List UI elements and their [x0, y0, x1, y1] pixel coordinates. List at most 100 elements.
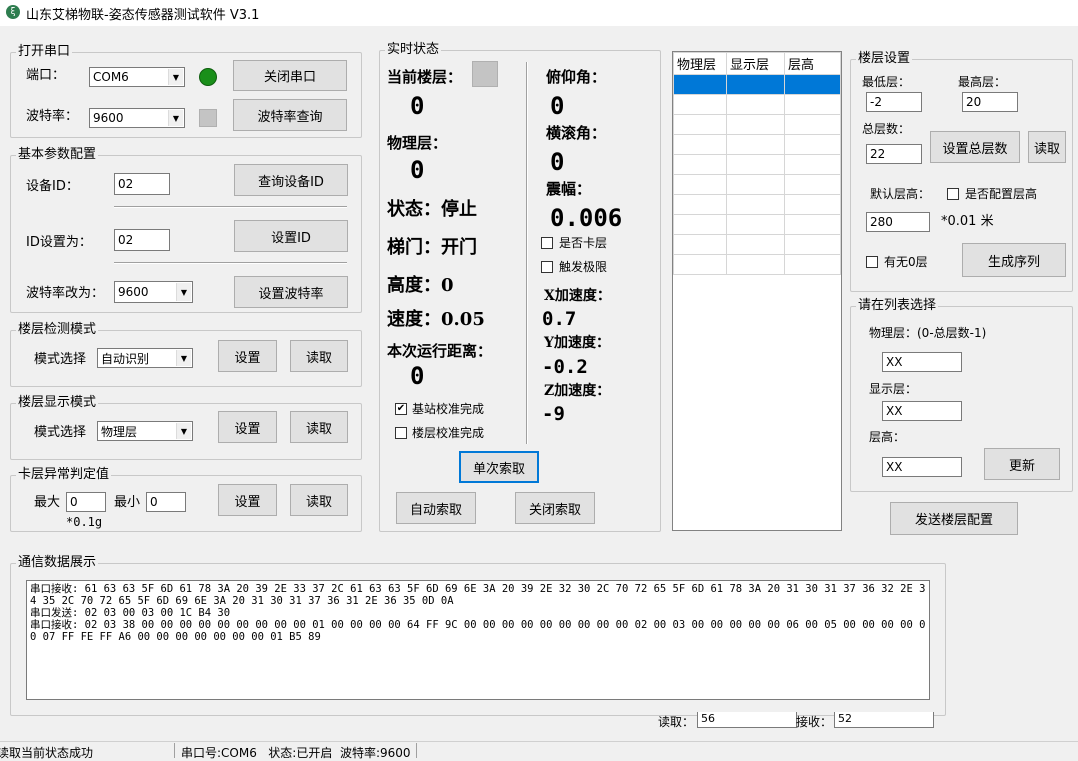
table-cell[interactable] — [673, 234, 727, 255]
table-cell[interactable] — [673, 134, 727, 155]
auto-fetch-button[interactable]: 自动索取 — [396, 492, 476, 524]
query-baud-button[interactable]: 波特率查询 — [233, 99, 347, 131]
table-cell[interactable] — [726, 174, 785, 195]
baud-change-select[interactable]: 9600 ▼ — [114, 281, 193, 303]
height-value: 高度：0 — [387, 275, 454, 296]
floor-detect-mode-select[interactable]: 自动识别 ▼ — [97, 348, 193, 368]
zero-floor-checkbox[interactable] — [866, 256, 878, 268]
table-row[interactable] — [673, 214, 841, 235]
y-acc-value: -0.2 — [542, 356, 588, 378]
config-height-checkbox[interactable] — [947, 188, 959, 200]
set-baud-button[interactable]: 设置波特率 — [234, 276, 348, 308]
table-cell[interactable] — [726, 134, 785, 155]
total-floors-field[interactable]: 22 — [866, 144, 922, 164]
table-cell[interactable] — [673, 94, 727, 115]
set-id-button[interactable]: 设置ID — [234, 220, 348, 252]
table-cell[interactable] — [673, 154, 727, 175]
table-cell[interactable] — [673, 214, 727, 235]
table-row[interactable] — [673, 194, 841, 215]
table-cell[interactable] — [726, 194, 785, 215]
table-cell[interactable] — [673, 114, 727, 135]
table-cell[interactable] — [726, 94, 785, 115]
table-cell[interactable] — [726, 234, 785, 255]
column-header-physical[interactable]: 物理层 — [673, 52, 727, 75]
table-cell[interactable] — [784, 94, 841, 115]
table-row[interactable] — [673, 74, 841, 95]
display-floor-select-field[interactable]: XX — [882, 401, 962, 421]
column-header-height[interactable]: 层高 — [784, 52, 841, 75]
max-floor-field[interactable]: 20 — [962, 92, 1018, 112]
table-cell[interactable] — [726, 154, 785, 175]
x-acc-label: X加速度： — [544, 288, 611, 304]
floor-detect-group-title: 楼层检测模式 — [16, 322, 99, 338]
table-row[interactable] — [673, 114, 841, 135]
default-height-field[interactable]: 280 — [866, 212, 930, 232]
floor-display-mode-select[interactable]: 物理层 ▼ — [97, 421, 193, 441]
table-cell[interactable] — [673, 194, 727, 215]
send-floor-config-button[interactable]: 发送楼层配置 — [890, 502, 1018, 535]
chevron-down-icon[interactable]: ▼ — [168, 110, 183, 126]
port-select[interactable]: COM6 ▼ — [89, 67, 185, 87]
floor-table[interactable]: 物理层 显示层 层高 — [673, 52, 841, 275]
device-id-field[interactable]: 02 — [114, 173, 170, 195]
table-cell[interactable] — [784, 174, 841, 195]
divider — [114, 262, 347, 264]
table-cell[interactable] — [784, 134, 841, 155]
stuck-read-button[interactable]: 读取 — [290, 484, 348, 516]
base-calib-checkbox[interactable]: ✔ — [395, 403, 407, 415]
floor-display-read-button[interactable]: 读取 — [290, 411, 348, 443]
table-cell[interactable] — [726, 114, 785, 135]
floor-display-set-button[interactable]: 设置 — [218, 411, 277, 443]
physical-floor-select-field[interactable]: XX — [882, 352, 962, 372]
close-port-button[interactable]: 关闭串口 — [233, 60, 347, 91]
chevron-down-icon[interactable]: ▼ — [176, 350, 191, 366]
table-row[interactable] — [673, 94, 841, 115]
query-device-id-button[interactable]: 查询设备ID — [234, 164, 348, 196]
table-cell[interactable] — [726, 74, 785, 95]
table-row[interactable] — [673, 174, 841, 195]
column-header-display[interactable]: 显示层 — [726, 52, 785, 75]
stuck-max-field[interactable]: 0 — [66, 492, 106, 512]
table-cell[interactable] — [726, 214, 785, 235]
table-cell[interactable] — [673, 254, 727, 275]
table-cell[interactable] — [784, 114, 841, 135]
table-cell[interactable] — [784, 234, 841, 255]
set-id-field[interactable]: 02 — [114, 229, 170, 251]
set-total-floors-button[interactable]: 设置总层数 — [930, 131, 1020, 163]
generate-sequence-button[interactable]: 生成序列 — [962, 243, 1066, 277]
stuck-min-field[interactable]: 0 — [146, 492, 186, 512]
table-cell[interactable] — [784, 154, 841, 175]
floor-detect-read-button[interactable]: 读取 — [290, 340, 348, 372]
stop-fetch-button[interactable]: 关闭索取 — [515, 492, 595, 524]
total-floors-read-button[interactable]: 读取 — [1028, 131, 1066, 163]
table-cell[interactable] — [784, 194, 841, 215]
floor-calib-checkbox[interactable] — [395, 427, 407, 439]
floor-detect-mode-value: 自动识别 — [101, 351, 150, 366]
min-floor-field[interactable]: -2 — [866, 92, 922, 112]
single-fetch-button[interactable]: 单次索取 — [459, 451, 539, 483]
read-count-field: 56 — [697, 712, 797, 728]
table-cell[interactable] — [784, 74, 841, 95]
table-cell[interactable] — [673, 74, 727, 95]
comm-log-textarea[interactable]: 串口接收: 61 63 63 5F 6D 61 78 3A 20 39 2E 3… — [26, 580, 930, 700]
chevron-down-icon[interactable]: ▼ — [176, 423, 191, 439]
update-button[interactable]: 更新 — [984, 448, 1060, 480]
stuck-checkbox[interactable] — [541, 237, 553, 249]
table-row[interactable] — [673, 154, 841, 175]
table-row[interactable] — [673, 254, 841, 275]
table-cell[interactable] — [726, 254, 785, 275]
chevron-down-icon[interactable]: ▼ — [168, 69, 183, 85]
table-cell[interactable] — [784, 214, 841, 235]
baud-select[interactable]: 9600 ▼ — [89, 108, 185, 128]
physical-floor-value: 0 — [410, 156, 425, 184]
stuck-set-button[interactable]: 设置 — [218, 484, 277, 516]
limit-checkbox[interactable] — [541, 261, 553, 273]
height-select-field[interactable]: XX — [882, 457, 962, 477]
table-cell[interactable] — [784, 254, 841, 275]
floor-detect-set-button[interactable]: 设置 — [218, 340, 277, 372]
chevron-down-icon[interactable]: ▼ — [176, 283, 191, 301]
table-row[interactable] — [673, 234, 841, 255]
roll-label: 横滚角： — [546, 124, 607, 142]
table-cell[interactable] — [673, 174, 727, 195]
table-row[interactable] — [673, 134, 841, 155]
